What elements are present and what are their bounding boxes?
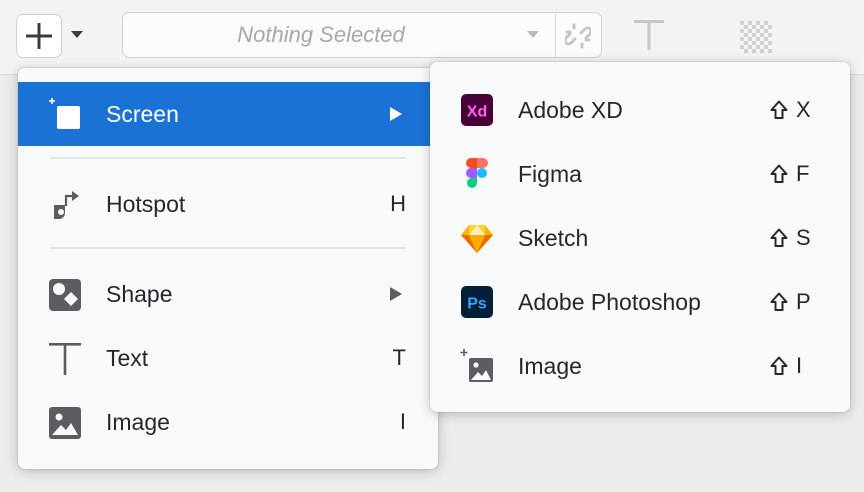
shortcut-label: I [399, 409, 406, 434]
menu-item-shape[interactable]: Shape [18, 262, 438, 326]
shortcut-key: P [796, 289, 811, 314]
menu-item-screen[interactable]: Screen [18, 82, 438, 146]
screen-icon [49, 98, 80, 129]
hotspot-icon [54, 191, 79, 219]
shortcut-key: X [796, 97, 811, 122]
menu-item-text[interactable]: Text T [18, 326, 438, 390]
submenu-item-label: Sketch [518, 225, 589, 251]
submenu-item-adobe-xd[interactable]: Xd Adobe XD X [430, 78, 850, 142]
menu-item-label: Shape [106, 281, 173, 307]
fill-tool-icon[interactable] [740, 21, 772, 53]
shortcut-label: F [770, 142, 809, 206]
shortcut-label: I [770, 334, 802, 398]
submenu-item-label: Image [518, 353, 582, 379]
svg-text:Ps: Ps [467, 296, 487, 313]
shortcut-key: F [796, 161, 810, 186]
shift-icon [770, 228, 788, 247]
image-upload-icon [460, 349, 493, 382]
image-icon [49, 407, 81, 439]
menu-separator [50, 247, 406, 249]
submenu-item-sketch[interactable]: Sketch S [430, 206, 850, 270]
submenu-item-adobe-photoshop[interactable]: Ps Adobe Photoshop P [430, 270, 850, 334]
chevron-down-icon[interactable] [527, 31, 539, 39]
svg-text:Xd: Xd [467, 104, 487, 121]
photoshop-icon: Ps [461, 286, 493, 318]
chevron-right-icon [390, 287, 402, 301]
shortcut-label: T [392, 345, 406, 370]
shift-icon [770, 356, 788, 375]
add-menu: Screen Hotspot H Shape Text T Image I [18, 68, 438, 469]
shift-icon [770, 292, 788, 311]
plus-icon [26, 23, 52, 49]
add-button[interactable] [16, 14, 62, 58]
shortcut-key: I [796, 353, 803, 378]
shortcut-label: H [390, 191, 406, 216]
shortcut-label: X [770, 78, 811, 142]
shortcut-label: P [770, 270, 811, 334]
menu-separator [50, 157, 406, 159]
submenu-item-label: Adobe Photoshop [518, 289, 701, 315]
menu-item-label: Image [106, 409, 170, 435]
screen-selector[interactable]: Nothing Selected [122, 12, 602, 58]
menu-item-image[interactable]: Image I [18, 390, 438, 454]
menu-item-label: Text [106, 345, 149, 371]
sketch-icon [461, 225, 493, 253]
shape-icon [49, 279, 81, 311]
shift-icon [770, 100, 788, 119]
selector-divider [555, 13, 556, 57]
unlink-icon[interactable] [565, 23, 591, 49]
menu-item-label: Hotspot [106, 191, 186, 217]
adobe-xd-icon: Xd [461, 94, 493, 126]
submenu-item-label: Figma [518, 161, 582, 187]
text-icon [49, 343, 81, 375]
submenu-item-label: Adobe XD [518, 97, 623, 123]
menu-item-hotspot[interactable]: Hotspot H [18, 172, 438, 236]
menu-item-label: Screen [106, 101, 179, 127]
selector-placeholder: Nothing Selected [237, 22, 405, 47]
chevron-down-icon[interactable] [71, 31, 83, 39]
chevron-right-icon [390, 107, 402, 121]
shortcut-label: S [770, 206, 811, 270]
text-tool-icon[interactable] [632, 18, 666, 52]
screen-submenu: Xd Adobe XD X Figma F Sketch S Ps Adobe … [430, 62, 850, 412]
submenu-item-image[interactable]: Image I [430, 334, 850, 398]
figma-icon [466, 158, 488, 188]
submenu-item-figma[interactable]: Figma F [430, 142, 850, 206]
shortcut-key: S [796, 225, 811, 250]
shift-icon [770, 164, 788, 183]
